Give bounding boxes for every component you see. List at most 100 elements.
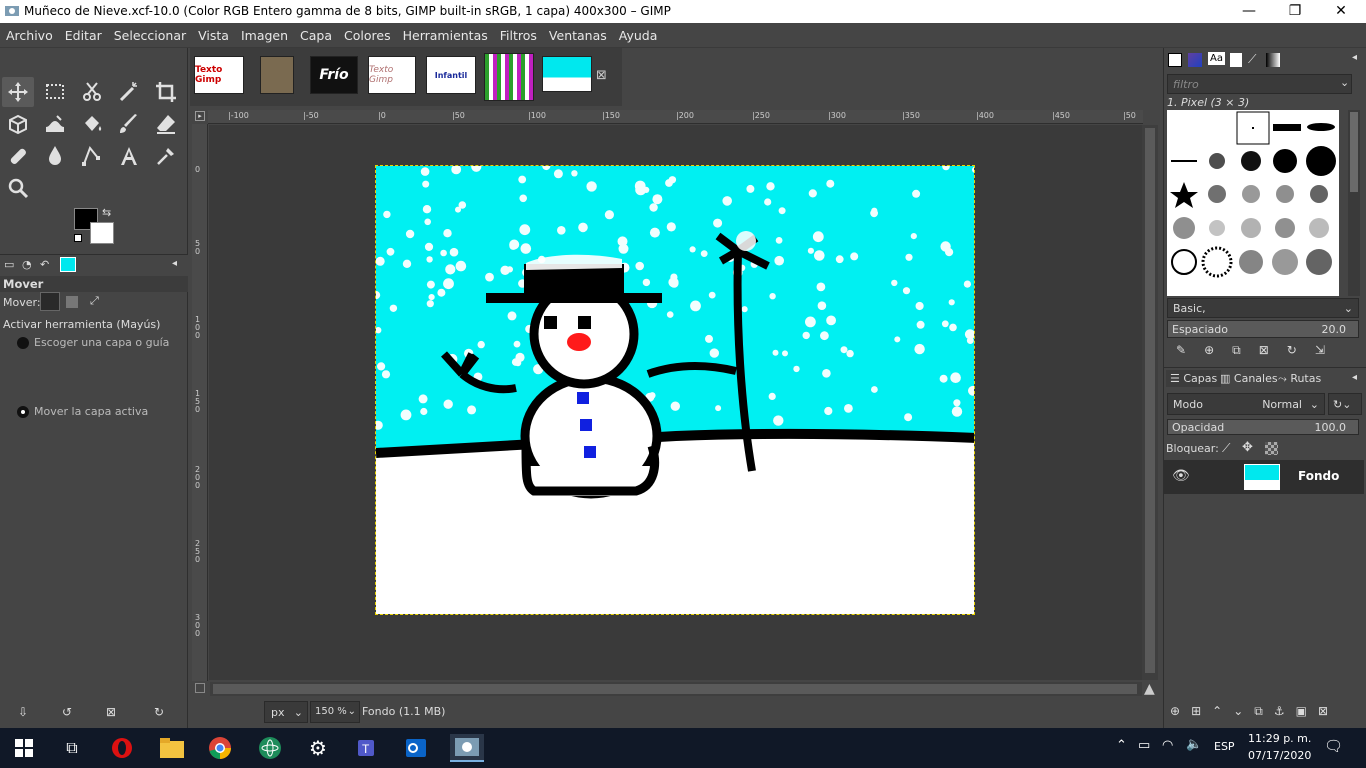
lock-alpha-icon[interactable] bbox=[1265, 442, 1278, 455]
menu-seleccionar[interactable]: Seleccionar bbox=[108, 23, 192, 48]
restore-options-icon[interactable]: ↺ bbox=[62, 705, 72, 719]
dock-menu-icon[interactable]: ◂ bbox=[172, 258, 177, 269]
teams-icon[interactable]: T bbox=[354, 734, 382, 762]
rect-select-icon[interactable] bbox=[39, 77, 71, 107]
zoom-icon[interactable] bbox=[2, 173, 34, 203]
move-path-mode-icon[interactable]: ⤢ bbox=[90, 294, 99, 308]
dock-menu-icon[interactable]: ◂ bbox=[1352, 52, 1357, 63]
background-color-swatch[interactable] bbox=[90, 222, 114, 244]
show-hidden-icons-icon[interactable]: ⌃ bbox=[1116, 738, 1127, 753]
brush-preset-select[interactable]: Basic, ⌄ bbox=[1167, 298, 1359, 318]
tab-paths[interactable]: ⤳ Rutas bbox=[1274, 370, 1325, 388]
mask-layer-icon[interactable]: ▣ bbox=[1296, 704, 1318, 718]
brush-tab-icon[interactable] bbox=[1168, 53, 1182, 67]
navigate-icon[interactable]: ▲ bbox=[1144, 681, 1155, 697]
menu-archivo[interactable]: Archivo bbox=[0, 23, 59, 48]
quick-mask-icon[interactable]: ▸ bbox=[195, 111, 205, 121]
menu-ayuda[interactable]: Ayuda bbox=[613, 23, 664, 48]
color-picker-icon[interactable] bbox=[150, 141, 182, 171]
move-tool-icon[interactable] bbox=[2, 77, 34, 107]
document-tab-icon[interactable] bbox=[1230, 53, 1242, 67]
new-group-icon[interactable]: ⊞ bbox=[1191, 704, 1212, 718]
text-tool-icon[interactable] bbox=[113, 141, 145, 171]
menu-herramientas[interactable]: Herramientas bbox=[397, 23, 494, 48]
brush-filter-input[interactable]: filtro bbox=[1167, 74, 1352, 94]
chrome-icon[interactable] bbox=[206, 734, 234, 762]
transform-icon[interactable] bbox=[2, 109, 34, 139]
unit-select[interactable]: px ⌄ bbox=[264, 701, 308, 723]
new-brush-icon[interactable]: ⊕ bbox=[1204, 343, 1232, 357]
option-move-active[interactable]: Mover la capa activa bbox=[34, 405, 148, 418]
default-colors-icon[interactable] bbox=[74, 234, 82, 242]
delete-layer-icon[interactable]: ⊠ bbox=[1318, 704, 1339, 718]
duplicate-brush-icon[interactable]: ⧉ bbox=[1232, 343, 1259, 357]
wifi-icon[interactable]: ◠ bbox=[1162, 738, 1173, 753]
menu-capa[interactable]: Capa bbox=[294, 23, 338, 48]
close-image-icon[interactable]: ⊠ bbox=[596, 68, 607, 83]
menu-vista[interactable]: Vista bbox=[192, 23, 235, 48]
image-tab-5[interactable]: Infantil bbox=[426, 56, 476, 94]
tab-channels[interactable]: ▥ Canales bbox=[1216, 370, 1282, 387]
bucket-fill-icon[interactable] bbox=[76, 109, 108, 139]
lock-position-icon[interactable]: ✥ bbox=[1242, 440, 1253, 455]
atom-app-icon[interactable] bbox=[256, 734, 284, 762]
minimize-button[interactable]: — bbox=[1226, 0, 1272, 23]
crop-icon[interactable] bbox=[150, 77, 182, 107]
edit-brush-icon[interactable]: ✎ bbox=[1176, 343, 1204, 357]
image-tab-3[interactable]: Frío bbox=[310, 56, 358, 94]
brush-grid[interactable] bbox=[1167, 110, 1339, 296]
close-button[interactable]: ✕ bbox=[1318, 0, 1364, 23]
scissors-icon[interactable] bbox=[76, 77, 108, 107]
reset-options-icon[interactable]: ↻ bbox=[154, 705, 164, 719]
task-view-icon[interactable]: ⧉ bbox=[58, 734, 86, 762]
vertical-scrollbar[interactable] bbox=[1142, 125, 1158, 680]
refresh-brushes-icon[interactable]: ↻ bbox=[1287, 343, 1315, 357]
zoom-select[interactable]: 150 % ⌄ bbox=[310, 701, 360, 723]
paths-icon[interactable] bbox=[76, 141, 108, 171]
images-tab-icon[interactable] bbox=[60, 257, 76, 272]
lock-pixels-icon[interactable]: ⟋ bbox=[1222, 441, 1230, 456]
battery-icon[interactable]: ▭ bbox=[1138, 738, 1150, 753]
lower-layer-icon[interactable]: ⌄ bbox=[1233, 704, 1254, 718]
layer-mode-select[interactable]: Modo Normal ⌄ bbox=[1167, 393, 1325, 415]
horizontal-scrollbar[interactable] bbox=[210, 682, 1142, 696]
image-tab-2[interactable] bbox=[260, 56, 294, 94]
menu-editar[interactable]: Editar bbox=[59, 23, 108, 48]
radio-pick-layer[interactable] bbox=[17, 337, 29, 349]
brush-scrollbar[interactable] bbox=[1348, 110, 1360, 296]
image-tab-1[interactable]: Texto Gimp bbox=[194, 56, 244, 94]
clock-date[interactable]: 07/17/2020 bbox=[1248, 749, 1311, 762]
image-tab-7-active[interactable] bbox=[542, 56, 592, 92]
language-indicator[interactable]: ESP bbox=[1214, 740, 1235, 753]
zoom-corner-icon[interactable] bbox=[195, 683, 205, 693]
windows-start-icon[interactable] bbox=[10, 734, 38, 762]
volume-icon[interactable]: 🔈 bbox=[1186, 737, 1202, 752]
notifications-icon[interactable]: 🗨 bbox=[1324, 737, 1343, 755]
image-tab-4[interactable]: Texto Gimp bbox=[368, 56, 416, 94]
snowman-image[interactable] bbox=[375, 165, 975, 615]
layer-row-fondo[interactable]: 👁 Fondo bbox=[1164, 460, 1364, 494]
opera-icon[interactable] bbox=[108, 734, 136, 762]
move-layer-mode-icon[interactable] bbox=[40, 292, 60, 311]
paint-dynamics-tab-icon[interactable]: ⟋ bbox=[1248, 52, 1256, 67]
gradient-tab-icon[interactable] bbox=[1266, 53, 1280, 67]
outlook-icon[interactable] bbox=[402, 734, 430, 762]
image-tab-6[interactable] bbox=[484, 53, 534, 101]
maximize-button[interactable]: ❐ bbox=[1272, 0, 1318, 23]
settings-gear-icon[interactable]: ⚙ bbox=[304, 734, 332, 762]
gimp-taskbar-icon[interactable] bbox=[450, 734, 484, 762]
tab-layers[interactable]: ☰ Capas bbox=[1166, 370, 1222, 387]
menu-imagen[interactable]: Imagen bbox=[235, 23, 294, 48]
radio-move-active[interactable] bbox=[17, 406, 29, 418]
font-tab-icon[interactable]: Aa bbox=[1208, 52, 1225, 65]
delete-brush-icon[interactable]: ⊠ bbox=[1259, 343, 1287, 357]
save-options-icon[interactable]: ⇩ bbox=[18, 705, 28, 719]
device-status-tab-icon[interactable]: ◔ bbox=[22, 258, 32, 271]
file-explorer-icon[interactable] bbox=[158, 734, 186, 762]
eraser-icon[interactable] bbox=[150, 109, 182, 139]
option-pick-layer[interactable]: Escoger una capa o guía bbox=[34, 336, 169, 349]
paintbrush-icon[interactable] bbox=[113, 109, 145, 139]
warp-icon[interactable] bbox=[39, 109, 71, 139]
menu-ventanas[interactable]: Ventanas bbox=[543, 23, 613, 48]
smudge-icon[interactable] bbox=[39, 141, 71, 171]
